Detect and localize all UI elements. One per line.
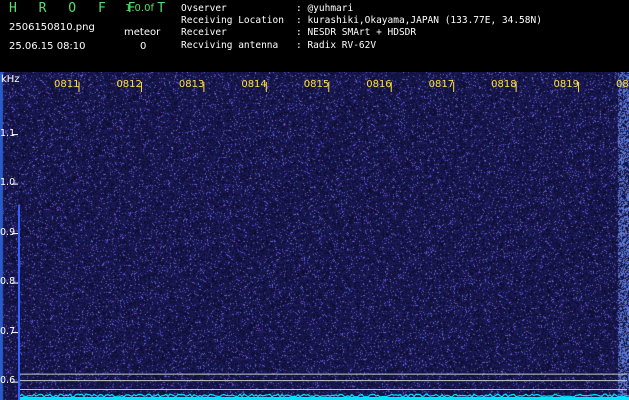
x-tick-label: 0813 <box>178 79 205 90</box>
info-value: : @yuhmari <box>296 3 354 14</box>
x-tick-label: 0816 <box>366 79 392 90</box>
x-tick-label: 0817 <box>428 79 455 90</box>
datetime-label: 25.06.15 08:10 <box>9 41 86 52</box>
y-tick-label: 0.8 <box>0 276 16 288</box>
info-value: : Radix RV-62V <box>296 39 377 51</box>
x-tick-label: 0819 <box>553 79 579 90</box>
info-value: : kurashiki,Okayama,JAPAN (133.77E, 34.5… <box>296 15 542 27</box>
x-tick-label: 0811 <box>54 79 80 90</box>
x-tick-label: 0820 <box>616 79 629 90</box>
y-tick-label: 1.1 <box>0 127 16 139</box>
y-tick-label: 0.7 <box>0 325 16 337</box>
info-key: Receiver <box>181 27 227 39</box>
filename-label: 2506150810.png <box>9 22 95 33</box>
info-key: Recviving antenna <box>181 39 279 51</box>
x-tick-label: 0812 <box>116 79 142 90</box>
y-axis-unit-label: kHz <box>1 74 20 85</box>
info-row-location: Receiving Location : kurashiki,Okayama,JA… <box>181 15 542 27</box>
meteor-count: 0 <box>140 41 147 52</box>
info-value: : NESDR SMArt + HDSDR <box>296 27 417 39</box>
x-tick-label: 0814 <box>241 79 267 90</box>
info-row-observer: Ovserver : @yuhmari <box>181 3 542 15</box>
spectrogram-canvas <box>0 72 629 400</box>
version-label: 1.0.0f <box>125 3 154 14</box>
y-tick-label: 0.6 <box>0 375 16 387</box>
info-key: Receiving Location <box>181 15 284 27</box>
info-row-antenna: Recviving antenna : Radix RV-62V <box>181 40 542 52</box>
info-row-receiver: Receiver : NESDR SMArt + HDSDR <box>181 27 542 39</box>
info-key: Ovserver <box>181 3 227 14</box>
station-info: Ovserver : @yuhmari Receiving Location : k… <box>181 3 542 52</box>
meteor-label: meteor <box>124 27 161 38</box>
y-tick-label: 0.9 <box>0 226 16 238</box>
y-tick-label: 1.0 <box>0 177 16 189</box>
x-tick-label: 0818 <box>491 79 517 90</box>
x-tick-label: 0815 <box>303 79 330 90</box>
header-panel: H R O F F T 1.0.0f 2506150810.png 25.06.… <box>0 0 629 72</box>
